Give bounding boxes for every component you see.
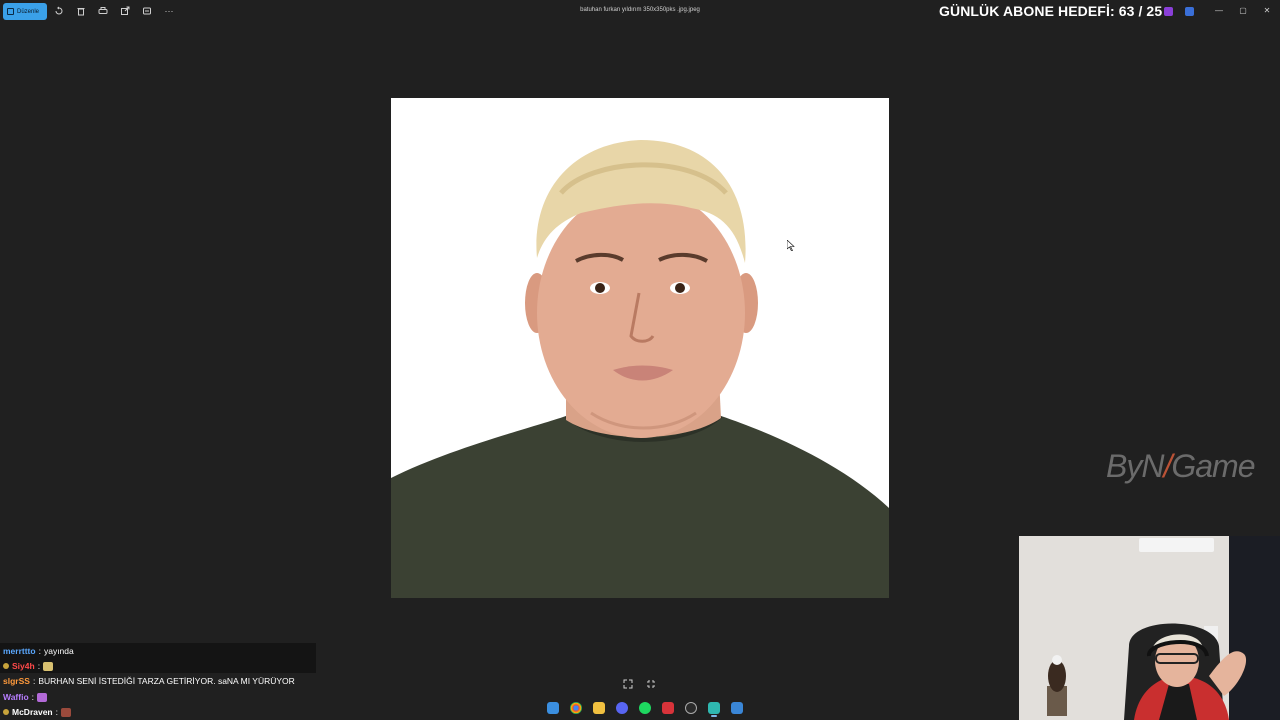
delete-icon[interactable] bbox=[76, 6, 86, 16]
maximize-button[interactable]: ▢ bbox=[1238, 5, 1248, 17]
minimize-button[interactable]: — bbox=[1214, 5, 1224, 17]
mouse-cursor bbox=[786, 238, 795, 252]
twitch-tray-icon[interactable] bbox=[1164, 7, 1173, 16]
discord-icon[interactable] bbox=[616, 702, 628, 714]
crop-icon[interactable] bbox=[142, 6, 152, 16]
obs-icon[interactable] bbox=[685, 702, 697, 714]
chat-emote-icon bbox=[37, 692, 48, 702]
share-icon[interactable] bbox=[120, 6, 130, 16]
chat-text: yayında bbox=[43, 646, 74, 656]
watermark-right: Game bbox=[1171, 448, 1255, 484]
xsplit-icon[interactable] bbox=[662, 702, 674, 714]
displayed-photo bbox=[391, 98, 889, 598]
chat-separator: : bbox=[32, 676, 36, 686]
chat-username[interactable]: McDraven bbox=[12, 707, 53, 717]
stream-chat: merrttto: yayında Siy4h: slgrSS: BURHAN SENİ… bbox=[0, 643, 316, 720]
chat-emote-icon bbox=[61, 707, 72, 717]
fit-to-window-icon[interactable] bbox=[622, 678, 634, 690]
fullscreen-icon[interactable] bbox=[645, 678, 657, 690]
chat-username[interactable]: Waffio bbox=[3, 692, 29, 702]
chat-badge-icon bbox=[3, 709, 9, 715]
channel-watermark: ByN/Game bbox=[1106, 448, 1255, 485]
spotify-icon[interactable] bbox=[639, 702, 651, 714]
print-icon[interactable] bbox=[98, 6, 108, 16]
chat-username[interactable]: Siy4h bbox=[12, 661, 35, 671]
chat-separator: : bbox=[31, 692, 35, 702]
chat-message: McDraven: bbox=[3, 707, 72, 717]
photos-icon[interactable] bbox=[708, 702, 720, 717]
file-explorer-icon[interactable] bbox=[593, 702, 605, 714]
edit-button[interactable]: Düzenle bbox=[3, 3, 47, 20]
chat-message: slgrSS: BURHAN SENİ İSTEDİĞİ TARZA GETİRİ… bbox=[3, 676, 295, 686]
chat-message: merrttto: yayında bbox=[3, 646, 74, 656]
pen-icon[interactable] bbox=[731, 702, 743, 714]
close-button[interactable]: ✕ bbox=[1262, 5, 1272, 17]
taskbar bbox=[540, 700, 747, 717]
file-title: batuhan furkan yıldırım 350x350pks .jpg.… bbox=[580, 7, 700, 13]
chat-emote-icon bbox=[43, 661, 54, 671]
chat-text: BURHAN SENİ İSTEDİĞİ TARZA GETİRİYOR. sa… bbox=[38, 676, 295, 686]
chat-message: Waffio: bbox=[3, 692, 48, 702]
chat-separator: : bbox=[37, 661, 41, 671]
webcam-feed bbox=[1019, 536, 1280, 720]
watermark-left: ByN bbox=[1106, 448, 1164, 484]
onedrive-tray-icon[interactable] bbox=[1185, 7, 1194, 16]
rotate-icon[interactable] bbox=[54, 6, 64, 16]
chat-message: Siy4h: bbox=[3, 661, 54, 671]
windows-start-icon[interactable] bbox=[547, 702, 559, 714]
chat-separator: : bbox=[55, 707, 59, 717]
edit-icon bbox=[7, 8, 14, 15]
subscriber-goal-banner: GÜNLÜK ABONE HEDEFİ: 63 / 25 bbox=[939, 3, 1163, 19]
chrome-icon[interactable] bbox=[570, 702, 582, 714]
chat-username[interactable]: merrttto bbox=[3, 646, 36, 656]
chat-separator: : bbox=[38, 646, 41, 656]
more-icon[interactable]: ··· bbox=[163, 6, 175, 16]
viewer-toolbar: Düzenle ··· batuhan furkan yıldırım 350x… bbox=[0, 0, 1280, 24]
chat-badge-icon bbox=[3, 663, 9, 669]
chat-username[interactable]: slgrSS bbox=[3, 676, 30, 686]
edit-button-label: Düzenle bbox=[17, 8, 40, 15]
